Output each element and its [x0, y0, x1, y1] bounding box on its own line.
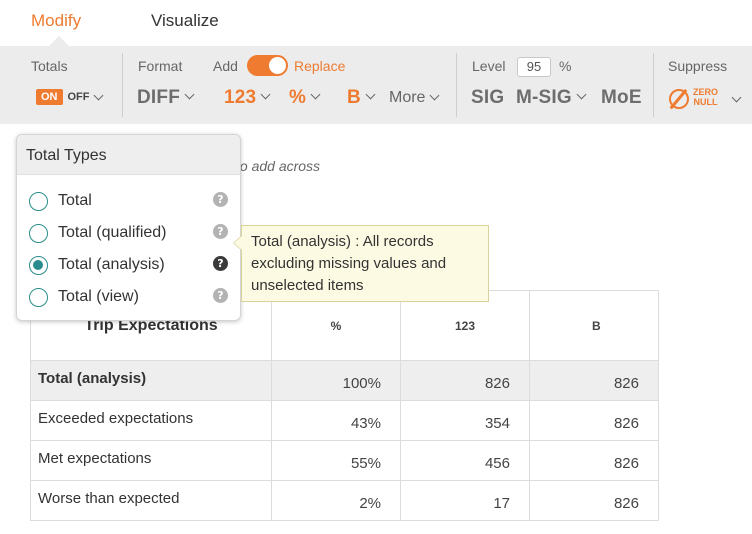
format-label: Format	[138, 58, 183, 74]
option-label: Total (qualified)	[58, 224, 167, 241]
percent-button[interactable]: %	[289, 87, 321, 109]
divider	[653, 53, 654, 117]
results-table: Trip Expectations % 123 B Total (analysi…	[30, 290, 659, 521]
help-tooltip: Total (analysis) : All records excluding…	[233, 225, 489, 302]
table-row: Total (analysis) 100% 826 826	[30, 360, 659, 401]
chevron-down-icon[interactable]	[93, 90, 103, 100]
table-cell: 826	[529, 400, 659, 441]
table-cell: 2%	[271, 480, 401, 521]
row-label: Exceeded expectations	[30, 400, 272, 441]
level-input[interactable]: 95	[517, 57, 551, 77]
tab-bar: Modify Visualize	[0, 0, 752, 46]
modify-toolbar: Totals ON OFF Format DIFF Add Replace 12…	[0, 46, 752, 124]
msig-label: M-SIG	[516, 87, 572, 108]
suppress-label: Suppress	[668, 58, 728, 74]
moe-button[interactable]: MoE	[601, 87, 642, 109]
radio-button[interactable]	[29, 223, 48, 243]
option-total[interactable]: Total	[29, 190, 92, 212]
format-diff-button[interactable]: DIFF	[137, 87, 195, 109]
table-cell: 826	[529, 360, 659, 401]
chevron-down-icon	[365, 89, 376, 100]
tab-modify[interactable]: Modify	[31, 11, 81, 31]
totals-label: Totals	[31, 58, 68, 74]
totals-toggle[interactable]: ON OFF	[36, 88, 103, 106]
level-label: Level	[472, 58, 506, 74]
tab-visualize[interactable]: Visualize	[151, 11, 219, 31]
tooltip-line: Total (analysis) : All records	[251, 233, 434, 250]
chevron-down-icon	[576, 89, 587, 100]
table-row: Exceeded expectations 43% 354 826	[30, 400, 659, 441]
help-icon[interactable]: ?	[213, 192, 228, 207]
radio-button-selected[interactable]	[29, 255, 48, 275]
base-button[interactable]: B	[347, 87, 376, 109]
drop-hint: to add across	[236, 158, 321, 174]
msig-button[interactable]: M-SIG	[516, 87, 587, 109]
table-cell: 826	[529, 480, 659, 521]
switch-knob	[269, 57, 286, 74]
popup-title: Total Types	[17, 135, 240, 175]
chevron-down-icon	[430, 90, 440, 101]
row-label: Worse than expected	[30, 480, 272, 521]
option-total-analysis[interactable]: Total (analysis)	[29, 254, 165, 276]
option-total-view[interactable]: Total (view)	[29, 286, 139, 308]
level-unit: %	[559, 58, 572, 74]
active-tab-indicator	[49, 36, 69, 46]
count-button[interactable]: 123	[224, 87, 271, 109]
option-total-qualified[interactable]: Total (qualified)	[29, 222, 167, 244]
total-types-popup: Total Types Total ? Total (qualified) ? …	[16, 134, 241, 321]
table-cell: 55%	[271, 440, 401, 481]
chevron-down-icon	[260, 89, 271, 100]
suppress-icon[interactable]	[669, 89, 689, 109]
help-icon[interactable]: ?	[213, 288, 228, 303]
base-label: B	[347, 87, 361, 108]
row-label: Met expectations	[30, 440, 272, 481]
option-label: Total	[58, 192, 92, 209]
table-cell: 43%	[271, 400, 401, 441]
help-icon[interactable]: ?	[213, 256, 228, 271]
option-label: Total (analysis)	[58, 256, 165, 273]
table-cell: 17	[400, 480, 530, 521]
count-label: 123	[224, 87, 257, 108]
sig-button[interactable]: SIG	[471, 87, 504, 109]
divider	[122, 53, 123, 117]
percent-label: %	[289, 87, 307, 108]
replace-label: Replace	[294, 58, 346, 74]
format-value: DIFF	[137, 87, 181, 108]
table-cell: 826	[400, 360, 530, 401]
option-label: Total (view)	[58, 288, 139, 305]
zero-label: ZERO	[693, 87, 719, 97]
column-header[interactable]: B	[529, 290, 659, 361]
tooltip-line: excluding missing values and	[251, 255, 447, 272]
divider	[456, 53, 457, 117]
totals-off[interactable]: OFF	[68, 91, 90, 103]
chevron-down-icon[interactable]	[731, 92, 742, 103]
table-cell: 100%	[271, 360, 401, 401]
add-label: Add	[213, 58, 238, 74]
row-label: Total (analysis)	[30, 360, 272, 401]
table-cell: 354	[400, 400, 530, 441]
table-row: Worse than expected 2% 17 826	[30, 480, 659, 521]
help-icon[interactable]: ?	[213, 224, 228, 239]
table-row: Met expectations 55% 456 826	[30, 440, 659, 481]
more-button[interactable]: More	[389, 89, 440, 107]
chevron-down-icon	[184, 89, 195, 100]
tooltip-line: unselected items	[251, 277, 364, 294]
more-label: More	[389, 89, 426, 106]
suppress-zero-null[interactable]: ZERO NULL	[693, 87, 718, 107]
add-replace-switch[interactable]	[247, 55, 288, 76]
null-label: NULL	[693, 97, 718, 107]
chevron-down-icon	[310, 89, 321, 100]
radio-button[interactable]	[29, 287, 48, 307]
radio-button[interactable]	[29, 191, 48, 211]
table-cell: 456	[400, 440, 530, 481]
totals-on[interactable]: ON	[36, 89, 63, 105]
table-cell: 826	[529, 440, 659, 481]
